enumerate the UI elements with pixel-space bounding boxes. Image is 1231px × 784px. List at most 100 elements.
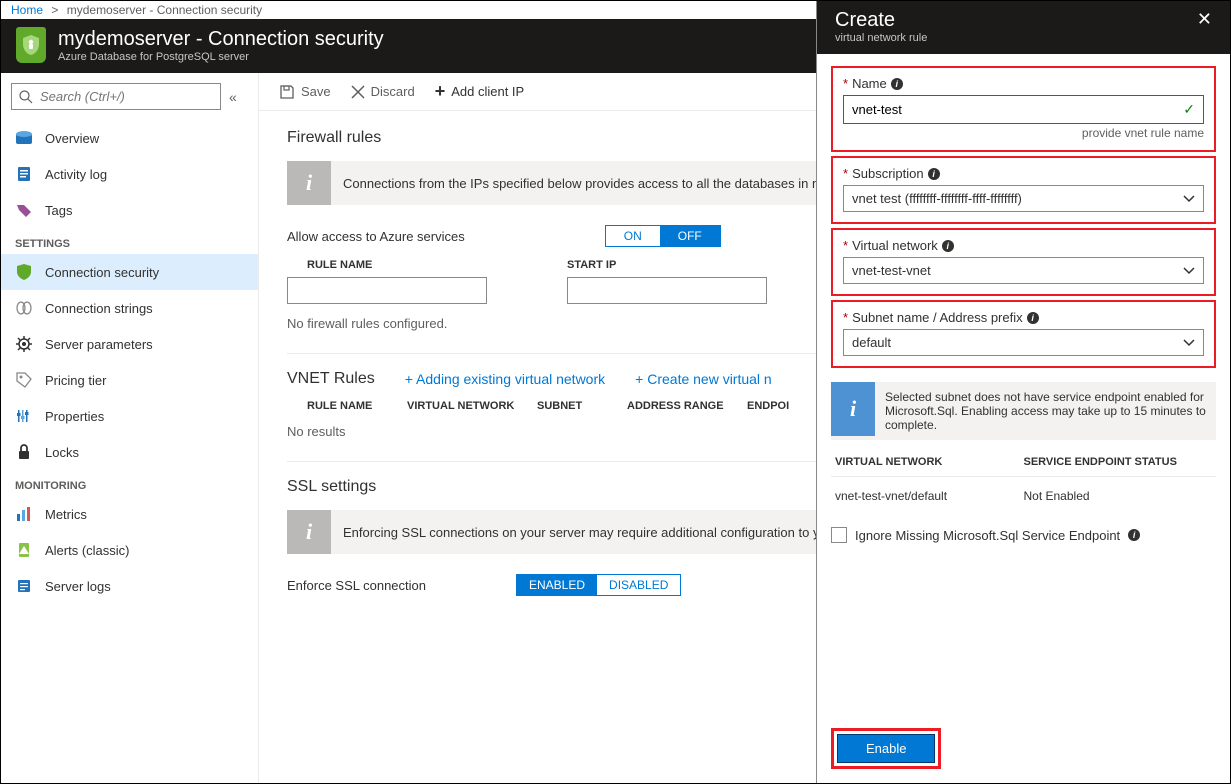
col-rule-name: RULE NAME [287,259,567,271]
virtual-network-select[interactable]: vnet-test-vnet [843,257,1204,284]
allow-azure-label: Allow access to Azure services [287,229,465,244]
panel-footer: Enable [817,716,1230,783]
sidebar-item-locks[interactable]: Locks [1,434,258,470]
enable-button[interactable]: Enable [837,734,935,763]
chevron-down-icon [1183,339,1195,347]
breadcrumb-sep: > [51,3,58,17]
firewall-info-text: Connections from the IPs specified below… [331,176,841,191]
gear-icon [15,335,33,353]
vn-label: Virtual network [852,238,938,253]
sidebar-item-label: Server logs [45,579,111,594]
add-client-ip-button[interactable]: + Add client IP [435,81,525,102]
sidebar-item-tags[interactable]: Tags [1,192,258,228]
save-button[interactable]: Save [279,84,331,100]
add-existing-vnet-link[interactable]: + Adding existing virtual network [405,371,605,387]
sidebar-item-overview[interactable]: Overview [1,120,258,156]
allow-azure-toggle[interactable]: ON OFF [605,225,721,247]
row-vnet: vnet-test-vnet/default [835,489,1024,503]
toggle-on[interactable]: ON [606,226,660,246]
plus-icon: + [435,81,446,102]
subscription-select[interactable]: vnet test (ffffffff-ffffffff-ffff-ffffff… [843,185,1204,212]
subscription-value: vnet test (ffffffff-ffffffff-ffff-ffffff… [852,191,1022,206]
toggle-off[interactable]: OFF [660,226,720,246]
sidebar-item-activity[interactable]: Activity log [1,156,258,192]
name-helper: provide vnet rule name [843,124,1204,140]
subnet-value: default [852,335,891,350]
sidebar-item-connection-strings[interactable]: Connection strings [1,290,258,326]
collapse-sidebar-icon[interactable]: « [229,89,237,105]
lock-icon [15,443,33,461]
properties-icon [15,407,33,425]
sidebar-item-label: Locks [45,445,79,460]
sidebar-item-metrics[interactable]: Metrics [1,496,258,532]
name-field-group: * Name i ✓ provide vnet rule name [831,66,1216,152]
panel-title: Create [835,9,927,32]
overview-icon [15,129,33,147]
name-input-wrapper[interactable]: ✓ [843,95,1204,124]
ignore-missing-label: Ignore Missing Microsoft.Sql Service End… [855,528,1120,543]
pricing-icon [15,371,33,389]
col-start-ip: START IP [567,259,616,271]
info-icon[interactable]: i [891,78,903,90]
save-label: Save [301,84,331,99]
breadcrumb-current: mydemoserver - Connection security [67,3,262,17]
ssl-disabled[interactable]: DISABLED [597,575,680,595]
warning-text: Selected subnet does not have service en… [875,382,1216,440]
sidebar-item-server-parameters[interactable]: Server parameters [1,326,258,362]
sidebar-section-monitoring: MONITORING [1,470,258,496]
sidebar-item-pricing-tier[interactable]: Pricing tier [1,362,258,398]
info-icon[interactable]: i [1027,312,1039,324]
panel-subtitle: virtual network rule [835,32,927,44]
name-input[interactable] [852,102,1183,117]
start-ip-input[interactable] [567,277,767,304]
discard-label: Discard [371,84,415,99]
close-icon[interactable]: ✕ [1197,9,1212,30]
col-virtual-network: VIRTUAL NETWORK [835,456,1024,468]
vnet-col-addr: ADDRESS RANGE [627,400,747,412]
chevron-down-icon [1183,195,1195,203]
info-icon[interactable]: i [928,168,940,180]
ssl-info-text: Enforcing SSL connections on your server… [331,525,831,540]
ssl-enabled[interactable]: ENABLED [517,575,597,595]
activity-log-icon [15,165,33,183]
shield-icon [16,27,46,63]
service-endpoint-warning: i Selected subnet does not have service … [831,382,1216,440]
sidebar-item-properties[interactable]: Properties [1,398,258,434]
save-icon [279,84,295,100]
info-icon: i [287,161,331,205]
sidebar-item-label: Overview [45,131,99,146]
panel-header: Create virtual network rule ✕ [817,1,1230,54]
discard-button[interactable]: Discard [351,84,415,99]
chevron-down-icon [1183,267,1195,275]
subnet-field-group: * Subnet name / Address prefix i default [831,300,1216,368]
search-input[interactable] [11,83,221,110]
rule-name-input[interactable] [287,277,487,304]
discard-icon [351,85,365,99]
sidebar-item-label: Alerts (classic) [45,543,130,558]
sidebar: « Overview Activity log Tags SETTINGS Co… [1,73,259,783]
virtual-network-field-group: * Virtual network i vnet-test-vnet [831,228,1216,296]
sidebar-item-label: Pricing tier [45,373,106,388]
sidebar-item-connection-security[interactable]: Connection security [1,254,258,290]
metrics-icon [15,505,33,523]
info-icon[interactable]: i [942,240,954,252]
sidebar-item-label: Connection security [45,265,159,280]
page-title: mydemoserver - Connection security [58,27,384,51]
sidebar-item-alerts[interactable]: Alerts (classic) [1,532,258,568]
subnet-label: Subnet name / Address prefix [852,310,1023,325]
subscription-field-group: * Subscription i vnet test (ffffffff-fff… [831,156,1216,224]
ignore-missing-checkbox[interactable] [831,527,847,543]
sidebar-item-label: Tags [45,203,72,218]
subnet-select[interactable]: default [843,329,1204,356]
connection-strings-icon [15,299,33,317]
sidebar-item-server-logs[interactable]: Server logs [1,568,258,604]
enforce-ssl-label: Enforce SSL connection [287,578,426,593]
breadcrumb-home[interactable]: Home [11,3,43,17]
server-logs-icon [15,577,33,595]
create-vnet-rule-panel: Create virtual network rule ✕ * Name i ✓… [816,1,1230,783]
check-icon: ✓ [1183,101,1195,118]
info-icon[interactable]: i [1128,529,1140,541]
info-icon: i [831,382,875,436]
create-new-vnet-link[interactable]: + Create new virtual n [635,371,772,387]
enforce-ssl-toggle[interactable]: ENABLED DISABLED [516,574,681,596]
